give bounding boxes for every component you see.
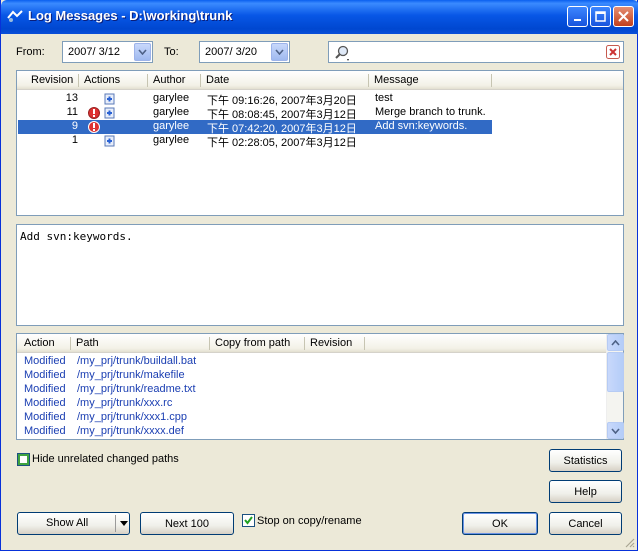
column-header-author[interactable]: Author [153,74,185,86]
author-cell: garylee [153,120,190,132]
checkmark-icon [244,516,253,525]
clear-search-icon[interactable] [606,45,620,59]
split-divider [115,515,116,532]
scroll-down-button[interactable] [607,422,624,439]
paths-header: Action Path Copy from path Revision [17,334,606,353]
title-bar[interactable]: Log Messages - D:\working\trunk [1,0,638,34]
column-header-date[interactable]: Date [206,74,229,86]
chevron-down-icon [611,427,620,434]
path-action-cell: Modified [24,411,66,423]
revision-cell: 9 [71,120,78,132]
path-row[interactable]: Modified /my_prj/trunk/xxxx.def [18,425,606,439]
author-cell: garylee [153,134,190,146]
author-cell: garylee [153,92,190,104]
to-date-dropdown[interactable] [271,43,288,61]
cancel-button[interactable]: Cancel [549,512,622,535]
column-header-path[interactable]: Path [76,337,99,349]
path-action-cell: Modified [24,397,66,409]
path-action-cell: Modified [24,425,66,437]
message-cell: Add svn:keywords. [375,120,468,132]
minimize-icon [573,18,581,21]
statistics-button[interactable]: Statistics [549,449,622,472]
minimize-button[interactable] [567,6,588,27]
search-field[interactable] [328,41,624,63]
stop-on-copy-label[interactable]: Stop on copy/rename [257,515,362,527]
add-icon [104,107,115,119]
path-cell: /my_prj/trunk/xxx1.cpp [77,411,188,423]
from-label: From: [16,46,45,58]
path-action-cell: Modified [24,355,66,367]
path-action-cell: Modified [24,383,66,395]
path-row[interactable]: Modified /my_prj/trunk/readme.txt [18,383,606,397]
to-label: To: [164,46,179,58]
hide-unrelated-checkbox[interactable] [17,453,30,466]
add-icon [104,135,115,147]
revision-cell: 13 [65,92,78,104]
show-all-label[interactable]: Show All [46,517,88,529]
revision-cell: 11 [66,106,78,118]
modify-icon [88,107,100,119]
message-textbox[interactable]: Add svn:keywords. [16,224,624,326]
maximize-icon [595,11,606,22]
stop-on-copy-checkbox[interactable] [242,514,255,527]
column-header-message[interactable]: Message [374,74,419,86]
hide-unrelated-label[interactable]: Hide unrelated changed paths [32,453,179,465]
window-title: Log Messages - D:\working\trunk [28,8,233,23]
path-cell: /my_prj/trunk/xxx.rc [77,397,173,409]
date-cell: 下午 02:28:05, 2007年3月12日 [207,137,357,149]
show-all-button[interactable]: Show All [17,512,130,535]
close-icon [618,11,629,22]
column-header-copy-from-path[interactable]: Copy from path [215,337,290,349]
log-row[interactable]: 11 garylee 下午 08:08:45, 2007年3月12日 Merge… [18,106,492,121]
from-date-picker[interactable]: 2007/ 3/12 [62,41,153,63]
path-cell: /my_prj/trunk/xxxx.def [77,425,184,437]
maximize-button[interactable] [590,6,611,27]
author-cell: garylee [153,106,190,118]
message-cell: Merge branch to trunk. [375,106,486,118]
path-row[interactable]: Modified /my_prj/trunk/xxx.rc [18,397,606,411]
next-100-button[interactable]: Next 100 [140,512,234,535]
path-action-cell: Modified [24,369,66,381]
path-row[interactable]: Modified /my_prj/trunk/makefile [18,369,606,383]
from-date-value[interactable]: 2007/ 3/12 [68,46,120,58]
message-text[interactable]: Add svn:keywords. [20,230,133,243]
column-header-action[interactable]: Action [24,337,55,349]
column-header-revision[interactable]: Revision [310,337,352,349]
ok-button[interactable]: OK [462,512,538,535]
add-icon [104,93,115,105]
close-button[interactable] [613,6,634,27]
from-date-dropdown[interactable] [134,43,151,61]
log-messages-window: Log Messages - D:\working\trunk From: 20… [0,0,638,551]
log-row-selected[interactable]: 9 garylee 下午 07:42:20, 2007年3月12日 Add sv… [18,120,492,135]
dropdown-arrow-icon[interactable] [120,521,128,526]
path-cell: /my_prj/trunk/buildall.bat [77,355,197,367]
column-header-revision[interactable]: Revision [31,74,73,86]
help-button[interactable]: Help [549,480,622,503]
path-row[interactable]: Modified /my_prj/trunk/buildall.bat [18,355,606,369]
path-cell: /my_prj/trunk/readme.txt [77,383,196,395]
scroll-thumb[interactable] [607,352,624,392]
search-icon[interactable] [333,44,353,62]
paths-scrollbar[interactable] [606,334,624,439]
log-list-header: Revision Actions Author Date Message [17,71,623,90]
resize-grip-icon[interactable] [623,536,635,548]
tortoisesvn-icon [7,10,23,22]
column-header-actions[interactable]: Actions [84,74,120,86]
scroll-up-button[interactable] [607,334,624,351]
log-list[interactable]: Revision Actions Author Date Message 13 … [16,70,624,216]
path-row[interactable]: Modified /my_prj/trunk/xxx1.cpp [18,411,606,425]
chevron-up-icon [611,339,620,346]
revision-cell: 1 [71,134,78,146]
chevron-down-icon [275,49,284,55]
log-row[interactable]: 1 garylee 下午 02:28:05, 2007年3月12日 [18,134,492,149]
chevron-down-icon [138,49,147,55]
log-row[interactable]: 13 garylee 下午 09:16:26, 2007年3月20日 test [18,92,492,107]
changed-paths-list[interactable]: Action Path Copy from path Revision Modi… [16,333,624,440]
path-cell: /my_prj/trunk/makefile [77,369,185,381]
message-cell: test [375,92,393,104]
modify-icon [88,121,100,133]
to-date-picker[interactable]: 2007/ 3/20 [199,41,290,63]
checkbox-inner [20,456,27,463]
to-date-value[interactable]: 2007/ 3/20 [205,46,257,58]
